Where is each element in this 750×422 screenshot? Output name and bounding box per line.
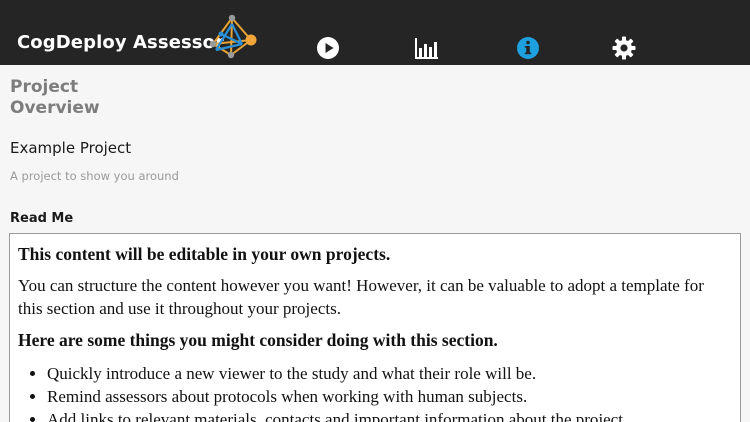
project-name: Example Project (10, 139, 132, 157)
app-title: CogDeploy Assessor (17, 32, 225, 53)
project-description: A project to show you around (10, 169, 179, 183)
list-item: Quickly introduce a new viewer to the st… (47, 362, 732, 385)
info-circle-icon[interactable] (516, 36, 540, 60)
gear-icon[interactable] (612, 36, 636, 60)
bar-chart-icon[interactable] (414, 36, 438, 60)
readme-content[interactable]: This content will be editable in your ow… (9, 233, 741, 422)
readme-heading: This content will be editable in your ow… (18, 244, 391, 264)
page-title: Project Overview (10, 77, 100, 118)
play-circle-icon[interactable] (316, 36, 340, 60)
network-pyramid-logo (207, 14, 259, 60)
readme-label: Read Me (10, 211, 74, 226)
main-content: Project Overview Example Project A proje… (0, 65, 750, 422)
list-item: Remind assessors about protocols when wo… (47, 385, 732, 408)
readme-list: Quickly introduce a new viewer to the st… (18, 362, 732, 422)
readme-paragraph: You can structure the content however yo… (18, 276, 704, 318)
list-item: Add links to relevant materials, contact… (47, 408, 732, 422)
readme-subheading: Here are some things you might consider … (18, 330, 498, 350)
top-bar: CogDeploy Assessor (0, 0, 750, 65)
